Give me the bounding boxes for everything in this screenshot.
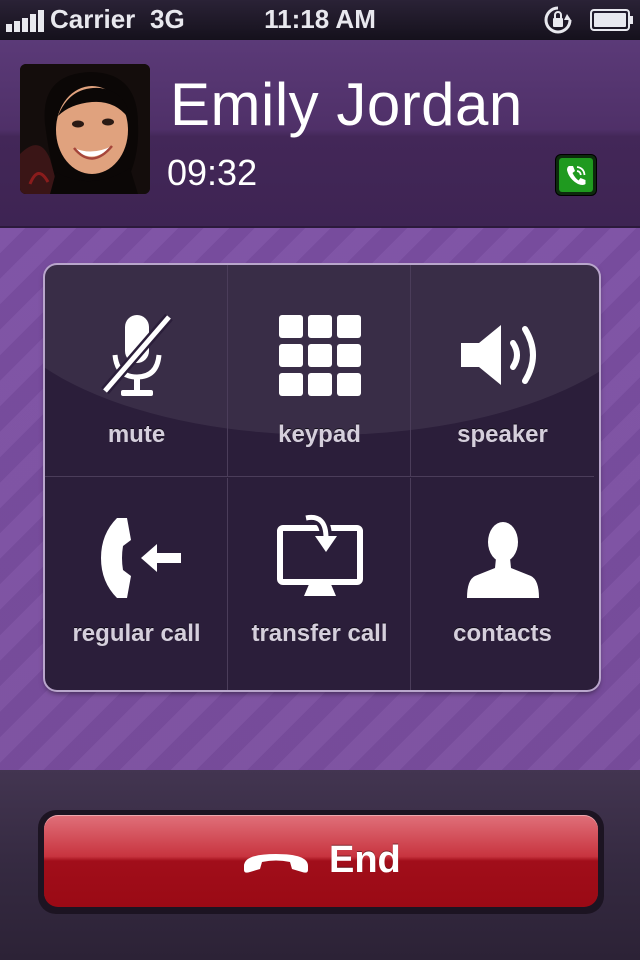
end-label: End	[329, 839, 401, 881]
caller-header: Emily Jordan 09:32	[0, 40, 640, 228]
caller-name: Emily Jordan	[170, 71, 523, 138]
speaker-button[interactable]: speaker	[411, 265, 594, 477]
contacts-icon	[466, 522, 539, 598]
transfer-call-button[interactable]: transfer call	[228, 478, 411, 690]
transfer-call-icon	[276, 511, 363, 596]
status-bar: Carrier 3G 11:18 AM	[0, 0, 640, 40]
viber-phone-icon	[559, 158, 593, 192]
keypad-icon	[278, 315, 361, 396]
network-type: 3G	[150, 4, 185, 34]
call-duration: 09:32	[167, 152, 258, 193]
speaker-label: speaker	[457, 421, 548, 448]
regular-call-label: regular call	[72, 620, 201, 647]
caller-avatar	[20, 64, 150, 194]
hang-up-icon	[244, 854, 308, 873]
carrier-name: Carrier	[50, 4, 136, 34]
viber-badge	[556, 155, 596, 195]
battery-icon	[590, 9, 633, 31]
caller-photo	[20, 64, 150, 194]
mute-button[interactable]: mute	[45, 265, 228, 477]
end-call-button[interactable]: End	[44, 815, 598, 907]
mute-label: mute	[107, 421, 166, 448]
call-controls-panel: mute keypad speaker regular call transfe…	[45, 265, 599, 690]
signal-icon	[6, 10, 44, 32]
transfer-call-label: transfer call	[251, 620, 388, 647]
keypad-label: keypad	[278, 421, 361, 448]
regular-call-icon	[100, 518, 181, 598]
rotation-lock-icon	[544, 6, 572, 34]
keypad-button[interactable]: keypad	[228, 265, 411, 477]
contacts-label: contacts	[453, 620, 552, 647]
contacts-button[interactable]: contacts	[411, 478, 594, 690]
speaker-icon	[460, 325, 536, 385]
regular-call-button[interactable]: regular call	[45, 478, 228, 690]
mute-icon	[100, 313, 173, 396]
